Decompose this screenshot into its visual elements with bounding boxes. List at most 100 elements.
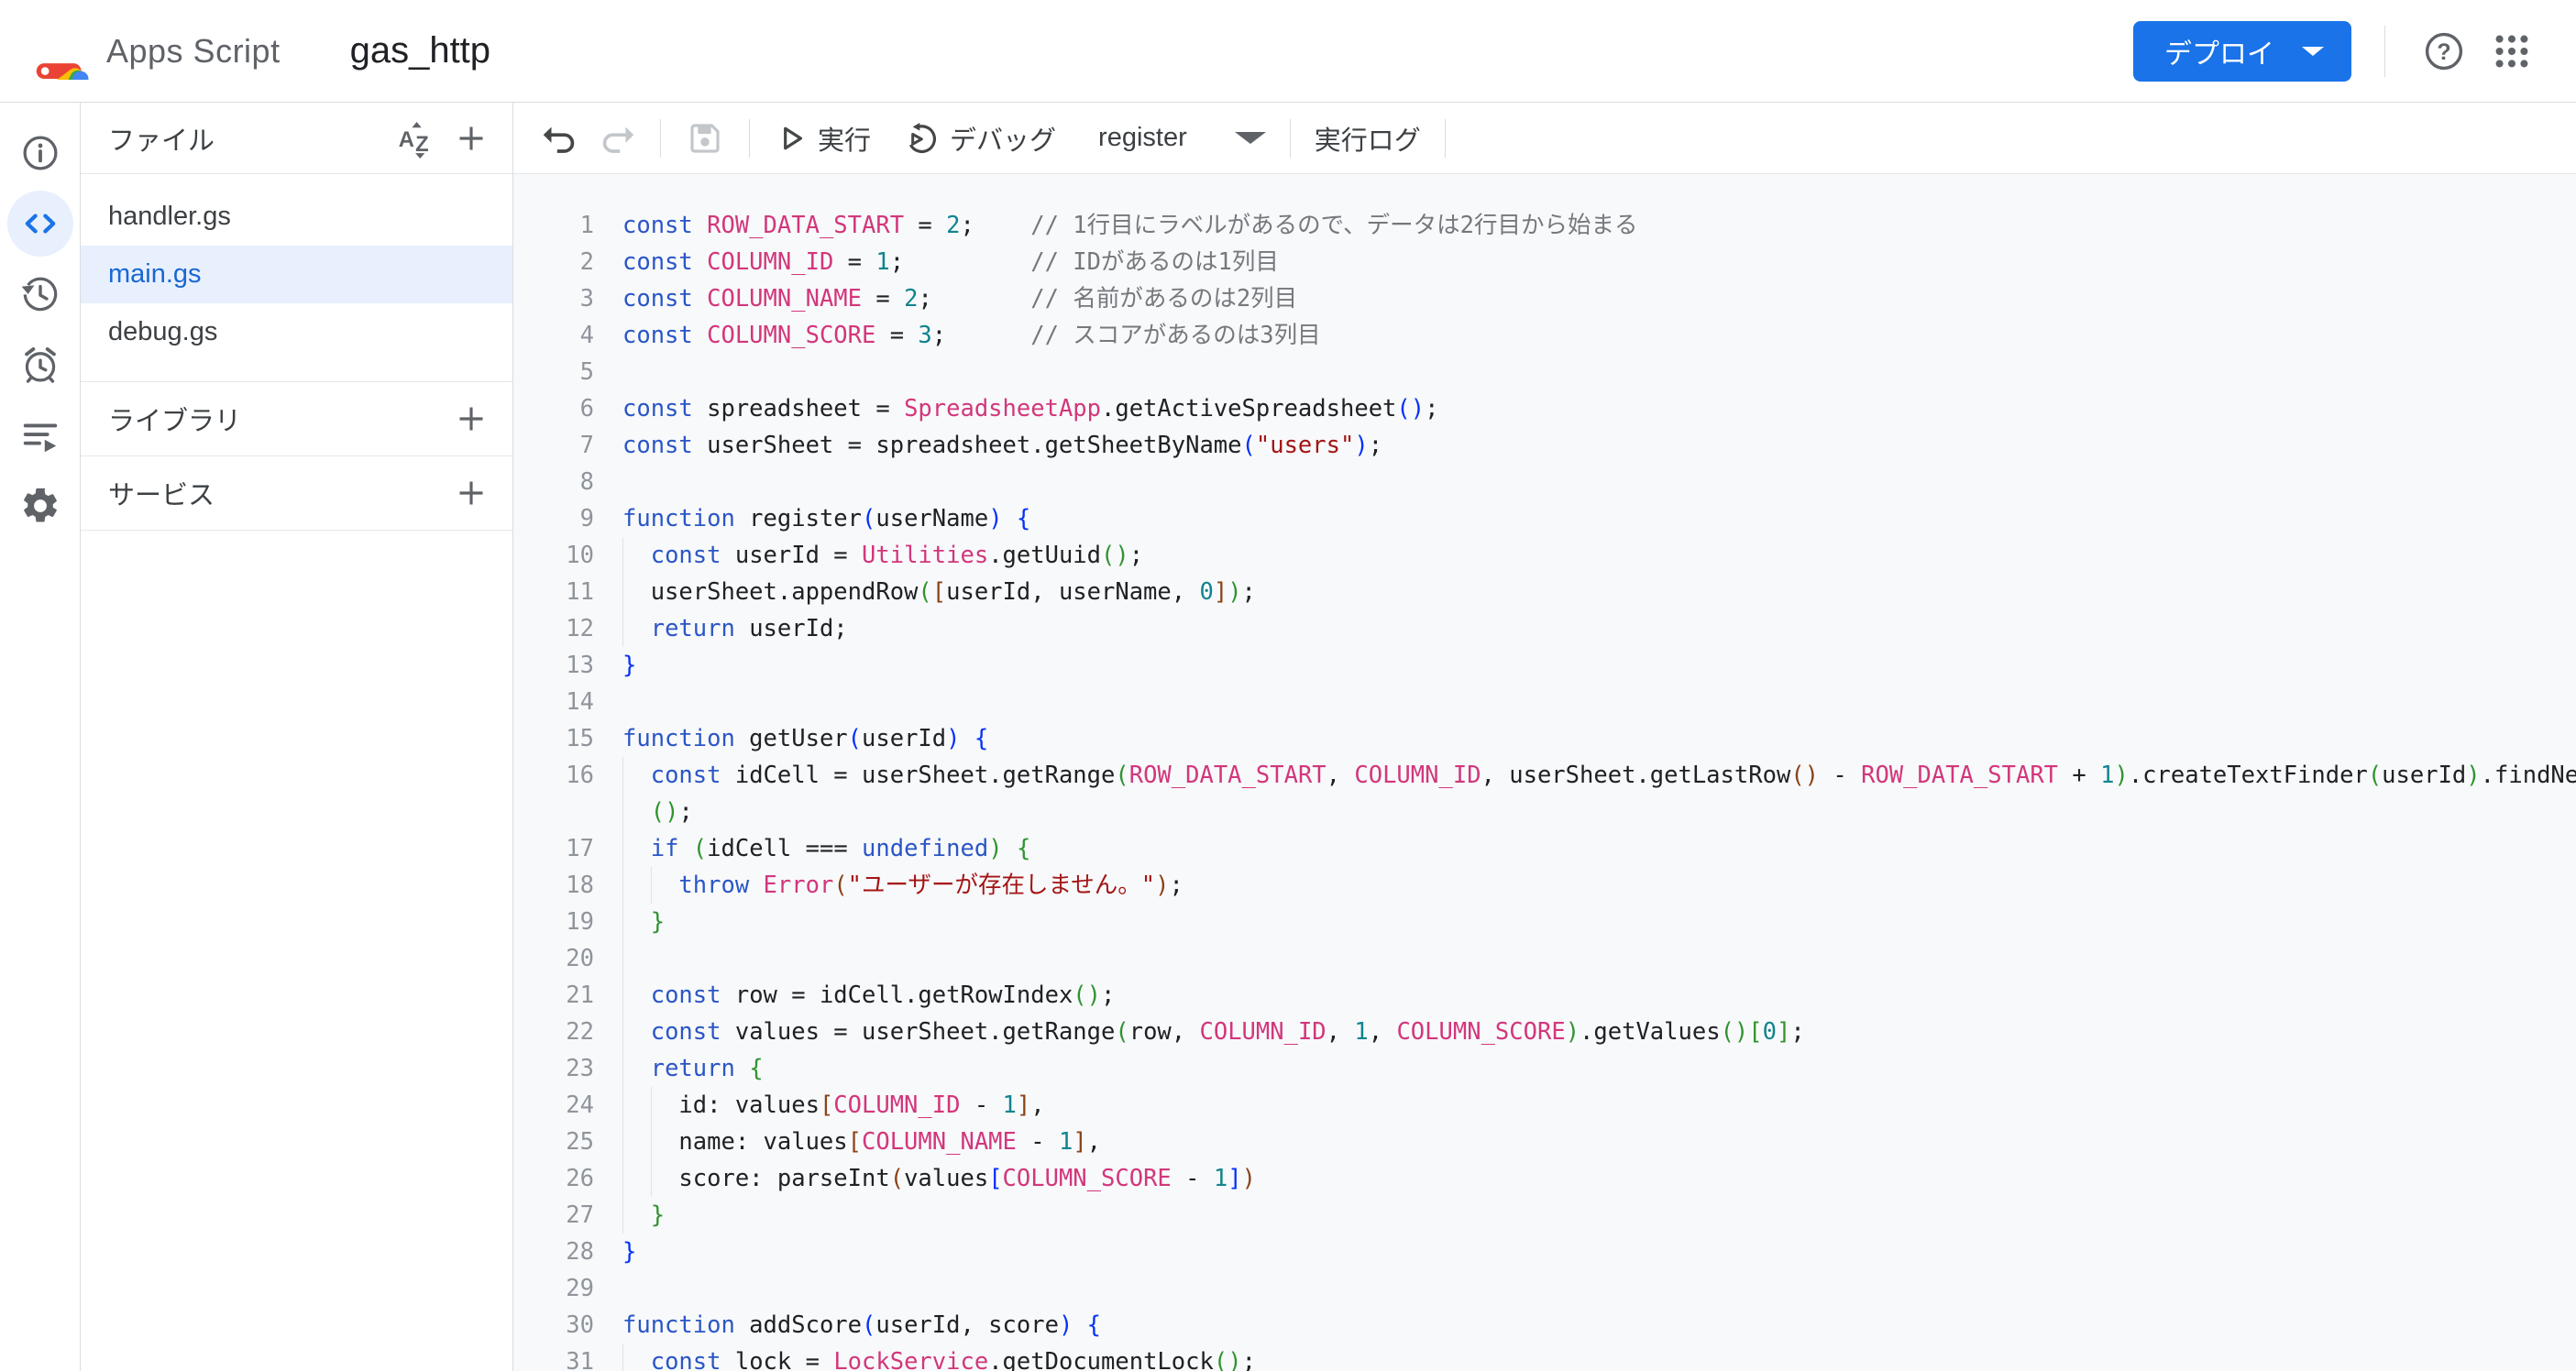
file-item[interactable]: debug.gs bbox=[81, 303, 512, 361]
project-title[interactable]: gas_http bbox=[350, 30, 490, 71]
line-number[interactable]: 23 bbox=[513, 1050, 622, 1087]
rail-item-settings[interactable] bbox=[5, 470, 75, 541]
code-line[interactable]: 19 } bbox=[513, 904, 2576, 940]
code-line[interactable]: 27 } bbox=[513, 1197, 2576, 1234]
line-number[interactable]: 24 bbox=[513, 1087, 622, 1124]
file-item-selected[interactable]: main.gs bbox=[81, 246, 512, 303]
help-button[interactable]: ? bbox=[2418, 26, 2470, 77]
line-number[interactable]: 4 bbox=[513, 317, 622, 354]
code-line[interactable]: 29 bbox=[513, 1270, 2576, 1307]
code-line-content[interactable]: function getUser(userId) { bbox=[622, 720, 2576, 757]
line-number[interactable] bbox=[513, 794, 622, 830]
add-service-button[interactable] bbox=[450, 472, 492, 514]
rail-item-editor[interactable] bbox=[5, 188, 75, 258]
code-line-content[interactable]: const userSheet = spreadsheet.getSheetBy… bbox=[622, 427, 2576, 464]
line-number[interactable]: 12 bbox=[513, 610, 622, 647]
code-line-content[interactable]: score: parseInt(values[COLUMN_SCORE - 1]… bbox=[622, 1160, 2576, 1197]
code-line-content[interactable]: id: values[COLUMN_ID - 1], bbox=[622, 1087, 2576, 1124]
file-item[interactable]: handler.gs bbox=[81, 188, 512, 246]
code-line[interactable]: 15function getUser(userId) { bbox=[513, 720, 2576, 757]
line-number[interactable]: 15 bbox=[513, 720, 622, 757]
code-line-content[interactable]: if (idCell === undefined) { bbox=[622, 830, 2576, 867]
code-line-content[interactable]: const idCell = userSheet.getRange(ROW_DA… bbox=[622, 757, 2576, 794]
line-number[interactable]: 26 bbox=[513, 1160, 622, 1197]
code-line-content[interactable] bbox=[622, 464, 2576, 500]
sort-files-button[interactable]: A Z bbox=[395, 117, 437, 159]
code-line-content[interactable]: const COLUMN_NAME = 2; // 名前があるのは2列目 bbox=[622, 280, 2576, 317]
code-line-content[interactable]: } bbox=[622, 1197, 2576, 1234]
line-number[interactable]: 13 bbox=[513, 647, 622, 684]
code-line[interactable]: 13} bbox=[513, 647, 2576, 684]
code-line-content[interactable]: return userId; bbox=[622, 610, 2576, 647]
code-line[interactable]: 3const COLUMN_NAME = 2; // 名前があるのは2列目 bbox=[513, 280, 2576, 317]
line-number[interactable]: 6 bbox=[513, 390, 622, 427]
code-line-content[interactable]: const row = idCell.getRowIndex(); bbox=[622, 977, 2576, 1014]
code-line[interactable]: 9function register(userName) { bbox=[513, 500, 2576, 537]
code-line[interactable]: 26 score: parseInt(values[COLUMN_SCORE -… bbox=[513, 1160, 2576, 1197]
line-number[interactable]: 25 bbox=[513, 1124, 622, 1160]
code-line[interactable]: 7const userSheet = spreadsheet.getSheetB… bbox=[513, 427, 2576, 464]
redo-button[interactable] bbox=[596, 118, 636, 159]
code-line[interactable]: 21 const row = idCell.getRowIndex(); bbox=[513, 977, 2576, 1014]
line-number[interactable]: 3 bbox=[513, 280, 622, 317]
code-line-content[interactable] bbox=[622, 940, 2576, 977]
code-line-content[interactable]: return { bbox=[622, 1050, 2576, 1087]
code-line-content[interactable] bbox=[622, 354, 2576, 390]
apps-script-logo-icon[interactable] bbox=[33, 23, 90, 80]
line-number[interactable]: 9 bbox=[513, 500, 622, 537]
line-number[interactable]: 27 bbox=[513, 1197, 622, 1234]
rail-item-executions[interactable] bbox=[5, 400, 75, 470]
deploy-button[interactable]: デプロイ bbox=[2133, 21, 2351, 82]
line-number[interactable]: 29 bbox=[513, 1270, 622, 1307]
line-number[interactable]: 31 bbox=[513, 1344, 622, 1371]
line-number[interactable]: 11 bbox=[513, 574, 622, 610]
code-line-content[interactable]: const ROW_DATA_START = 2; // 1行目にラベルがあるの… bbox=[622, 207, 2576, 244]
code-line-content[interactable]: userSheet.appendRow([userId, userName, 0… bbox=[622, 574, 2576, 610]
code-line[interactable]: 28} bbox=[513, 1234, 2576, 1270]
line-number[interactable]: 30 bbox=[513, 1307, 622, 1344]
code-line[interactable]: 1const ROW_DATA_START = 2; // 1行目にラベルがある… bbox=[513, 207, 2576, 244]
code-line-content[interactable]: } bbox=[622, 1234, 2576, 1270]
code-line-content[interactable]: } bbox=[622, 904, 2576, 940]
line-number[interactable]: 19 bbox=[513, 904, 622, 940]
code-line[interactable]: 6const spreadsheet = SpreadsheetApp.getA… bbox=[513, 390, 2576, 427]
line-number[interactable]: 5 bbox=[513, 354, 622, 390]
save-button[interactable] bbox=[685, 118, 725, 159]
line-number[interactable]: 16 bbox=[513, 757, 622, 794]
google-apps-button[interactable] bbox=[2486, 26, 2537, 77]
code-line[interactable]: 24 id: values[COLUMN_ID - 1], bbox=[513, 1087, 2576, 1124]
code-line-content[interactable]: const COLUMN_ID = 1; // IDがあるのは1列目 bbox=[622, 244, 2576, 280]
line-number[interactable]: 22 bbox=[513, 1014, 622, 1050]
rail-item-project-history[interactable] bbox=[5, 258, 75, 329]
line-number[interactable]: 10 bbox=[513, 537, 622, 574]
code-line-content[interactable]: function register(userName) { bbox=[622, 500, 2576, 537]
code-line-content[interactable]: } bbox=[622, 647, 2576, 684]
code-line[interactable]: 31 const lock = LockService.getDocumentL… bbox=[513, 1344, 2576, 1371]
code-line-content[interactable]: const userId = Utilities.getUuid(); bbox=[622, 537, 2576, 574]
code-line[interactable]: 18 throw Error("ユーザーが存在しません。"); bbox=[513, 867, 2576, 904]
code-line[interactable]: 2const COLUMN_ID = 1; // IDがあるのは1列目 bbox=[513, 244, 2576, 280]
code-line-content[interactable]: function addScore(userId, score) { bbox=[622, 1307, 2576, 1344]
rail-item-triggers[interactable] bbox=[5, 329, 75, 400]
code-line[interactable]: 8 bbox=[513, 464, 2576, 500]
code-line[interactable]: (); bbox=[513, 794, 2576, 830]
code-line-content[interactable]: const spreadsheet = SpreadsheetApp.getAc… bbox=[622, 390, 2576, 427]
code-line[interactable]: 25 name: values[COLUMN_NAME - 1], bbox=[513, 1124, 2576, 1160]
code-line[interactable]: 23 return { bbox=[513, 1050, 2576, 1087]
code-line[interactable]: 12 return userId; bbox=[513, 610, 2576, 647]
code-line[interactable]: 11 userSheet.appendRow([userId, userName… bbox=[513, 574, 2576, 610]
code-line[interactable]: 30function addScore(userId, score) { bbox=[513, 1307, 2576, 1344]
code-line-content[interactable]: name: values[COLUMN_NAME - 1], bbox=[622, 1124, 2576, 1160]
code-line[interactable]: 10 const userId = Utilities.getUuid(); bbox=[513, 537, 2576, 574]
code-line[interactable]: 17 if (idCell === undefined) { bbox=[513, 830, 2576, 867]
line-number[interactable]: 14 bbox=[513, 684, 622, 720]
line-number[interactable]: 28 bbox=[513, 1234, 622, 1270]
code-line-content[interactable]: const lock = LockService.getDocumentLock… bbox=[622, 1344, 2576, 1371]
rail-item-overview[interactable] bbox=[5, 117, 75, 188]
code-line[interactable]: 5 bbox=[513, 354, 2576, 390]
line-number[interactable]: 17 bbox=[513, 830, 622, 867]
code-line-content[interactable]: throw Error("ユーザーが存在しません。"); bbox=[622, 867, 2576, 904]
code-line-content[interactable]: const COLUMN_SCORE = 3; // スコアがあるのは3列目 bbox=[622, 317, 2576, 354]
code-line[interactable]: 20 bbox=[513, 940, 2576, 977]
line-number[interactable]: 2 bbox=[513, 244, 622, 280]
